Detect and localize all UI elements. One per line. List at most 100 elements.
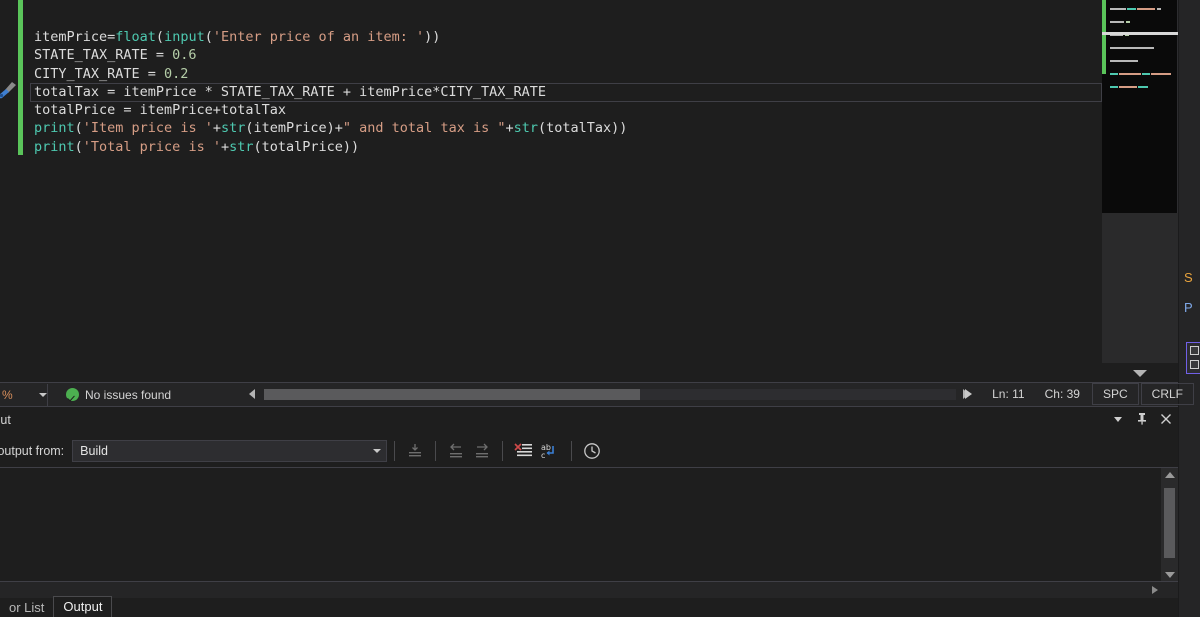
issues-status-label: No issues found [85,387,172,402]
minimap-line-segment [1151,73,1171,75]
editor-change-bar [18,0,23,155]
toolbar-separator [435,441,437,461]
code-token: str [229,138,254,155]
code-editor[interactable]: itemPrice=float(input('Enter price of an… [0,0,1102,382]
code-token: " and total tax is " [342,120,506,137]
tab-error-list[interactable]: or List [0,598,53,617]
pin-icon[interactable] [1136,412,1148,425]
zoom-level-dropdown[interactable]: % [0,383,48,406]
code-line[interactable]: CITY_TAX_RATE = 0.2 [34,65,627,83]
code-token: ( [74,138,83,155]
clear-all-icon[interactable] [510,439,536,463]
output-toolbar: ow output from: Build [0,435,1178,467]
output-vertical-scrollbar[interactable] [1161,468,1178,582]
dock-tab-solution-explorer[interactable]: S [1181,270,1200,294]
minimap-line-segment [1127,8,1136,10]
editor-glyph-margin [0,0,30,382]
code-line[interactable]: totalPrice = itemPrice+totalTax [34,101,627,119]
output-panel-header: tput [0,407,1178,433]
output-text-area[interactable] [0,467,1178,582]
code-token: 'Total price is ' [82,138,221,155]
code-token: itemPrice= [34,29,116,45]
output-horizontal-scrollbar[interactable] [0,581,1178,598]
scroll-up-arrow-icon[interactable] [1165,472,1175,478]
minimap-line-segment [1142,73,1150,75]
go-to-next-message-icon[interactable] [469,439,495,463]
dock-tab-properties[interactable]: P [1181,300,1200,324]
status-indentation[interactable]: SPC [1091,383,1139,405]
code-token: 'Enter price of an item: ' [212,29,425,45]
editor-minimap[interactable] [1102,0,1178,213]
code-token: input [164,29,205,45]
visual-studio-window: itemPrice=float(input('Enter price of an… [0,0,1200,617]
chevron-down-icon [39,392,47,397]
status-line-ending[interactable]: CRLF [1140,383,1194,405]
svg-text:c: c [541,451,545,460]
toolbar-separator [394,441,396,461]
toolbox-square-icon [1190,360,1199,369]
code-token: + [220,138,230,155]
code-line[interactable]: print('Item price is '+str(itemPrice)+" … [34,119,627,137]
minimap-change-bar [1102,0,1106,74]
status-expand-arrow-icon[interactable] [965,389,973,399]
vscroll-thumb[interactable] [1164,488,1175,558]
status-char-number: Ch: 39 [1044,387,1080,401]
issues-status[interactable]: No issues found [66,388,171,402]
minimap-line-segment [1119,73,1141,75]
panel-dropdown-icon[interactable] [1112,413,1124,425]
right-dock-strip: S P [1178,0,1200,617]
show-output-from-label: ow output from: [0,444,65,458]
toolbar-separator [502,441,504,461]
code-token: ( [204,29,213,45]
toggle-word-wrap-icon[interactable]: ab c [536,439,564,463]
code-line[interactable]: print('Total price is '+str(totalPrice)) [34,138,627,156]
zoom-level-value: % [2,387,13,402]
toolbar-separator [571,441,573,461]
scroll-right-arrow-icon[interactable] [1152,586,1158,594]
code-token: str [220,120,246,137]
find-message-in-code-icon[interactable] [402,439,428,463]
scroll-down-arrow-icon[interactable] [1165,572,1175,578]
tab-output[interactable]: Output [53,596,113,617]
code-line[interactable]: itemPrice=float(input('Enter price of an… [34,28,627,46]
code-token: print [34,138,75,155]
code-token: + [505,120,514,137]
scroll-left-arrow-icon[interactable] [249,389,255,399]
code-token: print [34,120,75,137]
output-panel: tput [0,406,1178,617]
output-text-content [0,468,1178,476]
chevron-down-icon [373,449,382,453]
minimap-line-segment [1110,73,1118,75]
code-token: + [212,120,221,137]
code-token: (itemPrice)+ [245,120,343,137]
vertical-scroll-down-arrow[interactable] [1128,367,1152,379]
show-output-history-icon[interactable] [579,439,605,463]
quick-actions-screwdriver-icon[interactable] [0,80,18,100]
output-source-value: Build [80,444,108,458]
toolbox-button[interactable] [1186,342,1200,374]
output-panel-controls [1112,412,1172,425]
code-line[interactable]: STATE_TAX_RATE = 0.6 [34,46,627,64]
code-token: ( [155,29,165,45]
check-circle-icon [66,388,79,401]
status-line-number: Ln: 11 [992,387,1025,401]
code-token: totalPrice = itemPrice+totalTax [34,102,286,119]
hscroll-thumb[interactable] [264,388,640,400]
close-icon[interactable] [1160,413,1172,425]
code-token: 'Item price is ' [82,120,213,137]
code-token: float [115,29,156,45]
minimap-line-segment [1138,86,1148,88]
minimap-gutter [1102,213,1178,363]
minimap-line-segment [1110,21,1124,23]
minimap-line-segment [1119,86,1137,88]
output-source-dropdown[interactable]: Build [72,440,388,462]
code-token: 0.2 [164,65,189,82]
minimap-viewport-indicator[interactable] [1102,32,1178,35]
code-token: 0.6 [172,47,197,64]
code-token: str [513,120,538,137]
minimap-line-segment [1126,21,1130,23]
minimap-line-segment [1110,86,1118,88]
panel-tab-strip: or List Output [0,596,1178,617]
go-to-previous-message-icon[interactable] [443,439,469,463]
editor-horizontal-scrollbar[interactable] [246,385,972,403]
